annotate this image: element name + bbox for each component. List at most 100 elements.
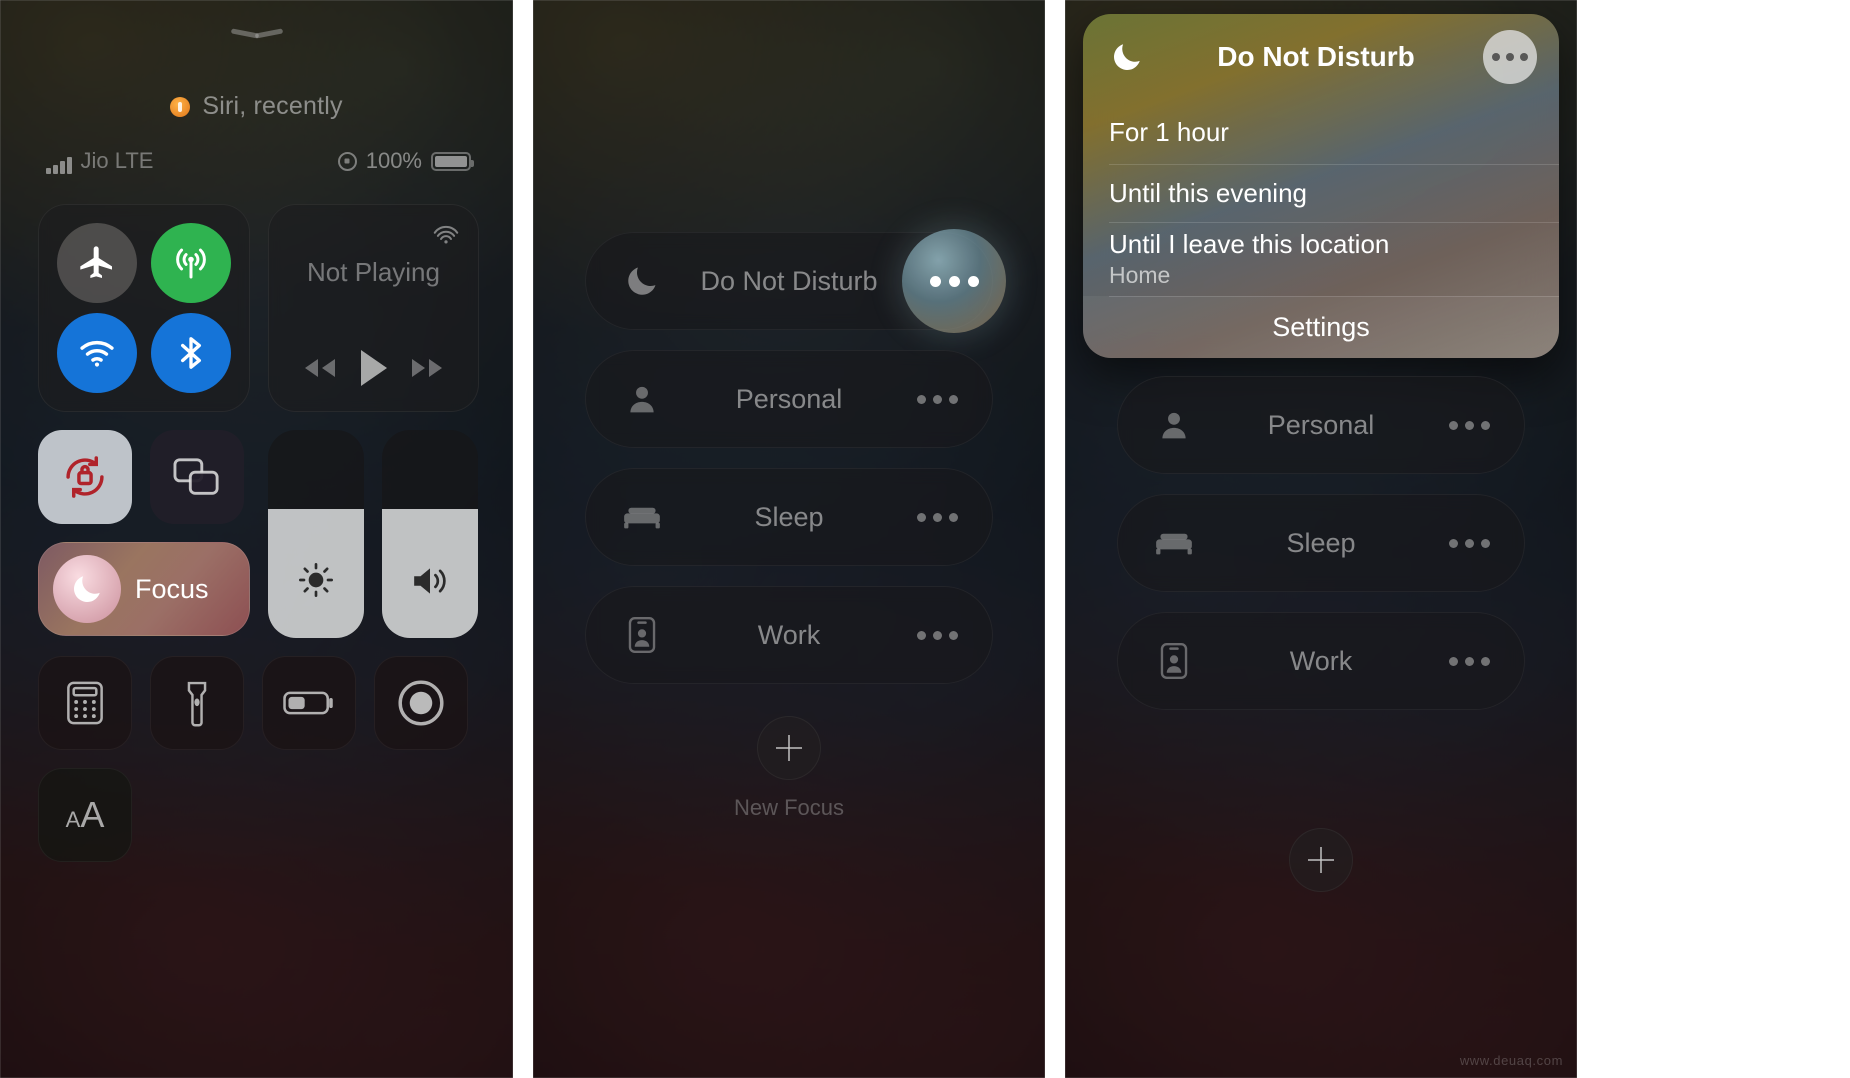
wifi-button[interactable] xyxy=(57,313,137,393)
moon-icon xyxy=(53,555,121,623)
new-focus-group: New Focus xyxy=(533,716,1045,821)
cellular-signal-icon xyxy=(46,157,72,174)
ellipsis-button[interactable] xyxy=(1483,30,1537,84)
menu-item-label: Until this evening xyxy=(1109,177,1307,208)
media-controls xyxy=(269,347,478,389)
menu-item-until-this-evening[interactable]: Until this evening xyxy=(1083,164,1559,222)
text-size-large-label: A xyxy=(80,794,105,835)
airplane-mode-button[interactable] xyxy=(57,223,137,303)
rotation-lock-button[interactable] xyxy=(38,430,132,524)
badge-icon xyxy=(622,615,662,655)
screen-record-button[interactable] xyxy=(374,656,468,750)
bluetooth-icon xyxy=(181,337,201,369)
volume-slider[interactable] xyxy=(382,430,478,638)
screenshot-stage: Siri, recently Jio LTE 100% Not Playing … xyxy=(0,0,1850,1078)
fast-forward-icon xyxy=(411,359,442,377)
bed-icon xyxy=(622,497,662,537)
low-power-mode-button[interactable] xyxy=(262,656,356,750)
battery-icon xyxy=(431,151,474,171)
control-center: Siri, recently Jio LTE 100% Not Playing … xyxy=(0,0,513,1078)
menu-item-for-1-hour[interactable]: For 1 hour xyxy=(1083,100,1559,164)
screen-mirroring-button[interactable] xyxy=(150,430,244,524)
focus-row-personal[interactable]: Personal xyxy=(585,350,993,448)
airplane-mode-icon xyxy=(80,246,112,278)
menu-item-until-i-leave-this-location[interactable]: Until I leave this location Home xyxy=(1083,222,1559,296)
focus-row-personal[interactable]: Personal xyxy=(1117,376,1525,474)
cellular-data-icon xyxy=(176,248,206,279)
text-size-icon: AA xyxy=(66,794,105,836)
rewind-icon xyxy=(305,359,336,377)
cc-row-textsize: AA xyxy=(38,768,479,862)
cc-row-shortcuts xyxy=(38,656,479,750)
fast-forward-button[interactable] xyxy=(404,355,450,381)
cc-row-tiles: Focus xyxy=(38,430,479,638)
focus-row-sleep[interactable]: Sleep xyxy=(1117,494,1525,592)
ellipsis-icon[interactable] xyxy=(1449,656,1490,666)
dnd-menu-header[interactable]: Do Not Disturb xyxy=(1083,14,1559,100)
calculator-button[interactable] xyxy=(38,656,132,750)
cellular-data-button[interactable] xyxy=(151,223,231,303)
ellipsis-icon[interactable] xyxy=(917,394,958,404)
focus-row-work[interactable]: Work xyxy=(1117,612,1525,710)
menu-item-label: Until I leave this location xyxy=(1109,229,1390,259)
siri-suggestion-row[interactable]: Siri, recently xyxy=(0,92,513,121)
new-focus-button[interactable] xyxy=(1289,828,1353,892)
connectivity-module xyxy=(38,204,250,412)
new-focus-label: New Focus xyxy=(733,795,845,820)
dnd-menu-title: Do Not Disturb xyxy=(1217,41,1415,72)
volume-icon xyxy=(382,562,478,600)
status-bar: Jio LTE 100% xyxy=(46,148,474,174)
ellipsis-icon[interactable] xyxy=(917,512,958,522)
menu-item-label: For 1 hour xyxy=(1109,116,1229,147)
play-icon xyxy=(361,350,388,386)
calculator-icon xyxy=(67,681,103,725)
orientation-lock-icon xyxy=(337,151,357,171)
menu-item-sublabel: Home xyxy=(1109,262,1171,288)
ellipsis-icon[interactable] xyxy=(1449,420,1490,430)
panel-control-center: Siri, recently Jio LTE 100% Not Playing … xyxy=(0,0,513,1078)
menu-item-settings[interactable]: Settings xyxy=(1083,296,1559,358)
menu-separator xyxy=(1109,164,1559,165)
focus-row-work[interactable]: Work xyxy=(585,586,993,684)
text-size-button[interactable]: AA xyxy=(38,768,132,862)
brightness-slider[interactable] xyxy=(268,430,364,638)
wifi-icon xyxy=(80,340,114,367)
rewind-button[interactable] xyxy=(297,355,343,381)
media-module[interactable]: Not Playing xyxy=(268,204,479,412)
bluetooth-button[interactable] xyxy=(151,313,231,393)
focus-row-sleep[interactable]: Sleep xyxy=(585,468,993,566)
flashlight-button[interactable] xyxy=(150,656,244,750)
airplay-icon[interactable] xyxy=(431,219,461,249)
ellipsis-button-highlighted[interactable] xyxy=(902,229,1006,333)
focus-list: Do Not Disturb Personal Sleep Work xyxy=(585,229,1006,704)
focus-row-do-not-disturb[interactable]: Do Not Disturb xyxy=(585,229,1006,333)
status-right: 100% xyxy=(337,148,474,174)
focus-button[interactable]: Focus xyxy=(38,542,250,636)
new-focus-button[interactable] xyxy=(757,716,821,780)
moon-icon xyxy=(622,261,662,301)
dnd-context-menu: Do Not Disturb For 1 hour Until this eve… xyxy=(1083,14,1559,358)
person-icon xyxy=(1154,405,1194,445)
brightness-icon xyxy=(268,560,364,600)
panel-focus-list: Do Not Disturb Personal Sleep Work New F… xyxy=(533,0,1045,1078)
rotation-lock-icon xyxy=(66,456,104,498)
person-icon xyxy=(622,379,662,419)
bed-icon xyxy=(1154,523,1194,563)
low-power-mode-icon xyxy=(283,691,333,715)
status-left: Jio LTE xyxy=(46,148,153,174)
sliders-group xyxy=(268,430,478,638)
menu-separator xyxy=(1109,296,1559,297)
screen-mirroring-icon xyxy=(173,458,219,495)
focus-button-label: Focus xyxy=(135,573,209,604)
panel-dnd-options: Do Not Disturb For 1 hour Until this eve… xyxy=(1065,0,1577,1078)
ellipsis-icon[interactable] xyxy=(1449,538,1490,548)
cc-row-connectivity: Not Playing xyxy=(38,204,479,412)
menu-settings-label: Settings xyxy=(1272,311,1370,342)
text-size-small-label: A xyxy=(65,807,81,832)
ellipsis-icon[interactable] xyxy=(917,630,958,640)
new-focus-group xyxy=(1065,828,1577,892)
siri-icon xyxy=(170,96,191,117)
chevron-down-grabber-icon[interactable] xyxy=(231,28,283,44)
play-button[interactable] xyxy=(355,347,391,389)
control-center-grid: Not Playing Focus AA xyxy=(38,204,479,880)
